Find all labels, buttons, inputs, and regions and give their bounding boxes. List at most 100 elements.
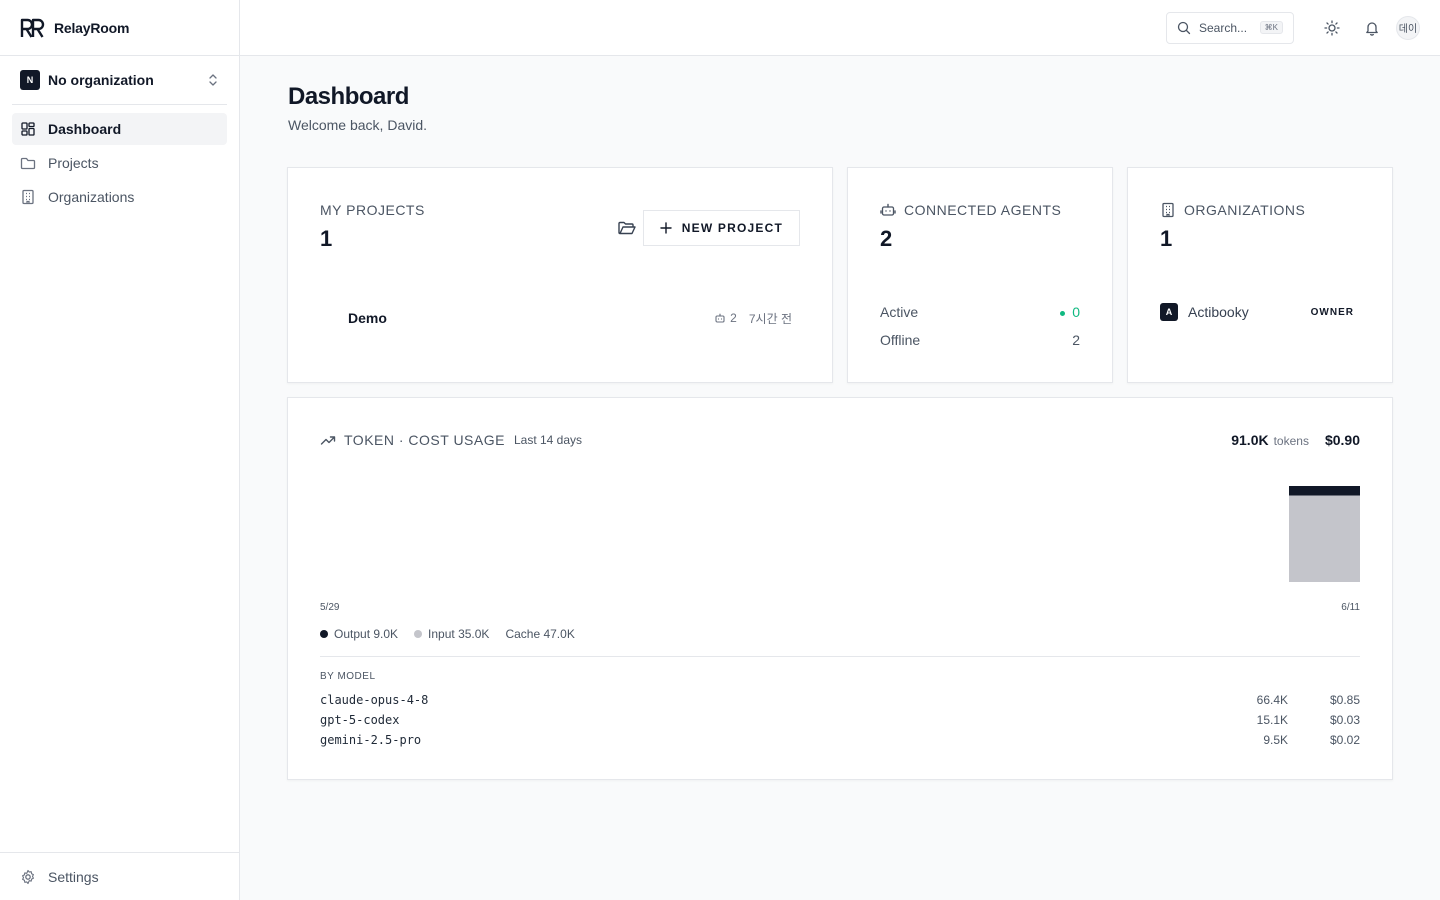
model-name: gpt-5-codex	[320, 713, 400, 727]
legend-cache: Cache 47.0K	[505, 627, 574, 641]
bar-input-cache-6-11	[1289, 495, 1360, 582]
topbar: Search... ⌘K 데이	[240, 0, 1440, 56]
cost-total: $0.90	[1324, 432, 1360, 448]
brand-name: RelayRoom	[54, 19, 130, 36]
connected-agents-label: CONNECTED AGENTS	[880, 202, 1061, 218]
model-row: gemini-2.5-pro 9.5K $0.02	[320, 730, 1360, 750]
legend-swatch	[320, 630, 328, 638]
org-switcher[interactable]: N No organization	[12, 56, 227, 105]
gear-icon	[22, 869, 34, 884]
building-icon	[22, 189, 34, 205]
brand[interactable]: RelayRoom	[0, 0, 239, 56]
page-subtitle: Welcome back, David.	[288, 117, 428, 133]
new-project-label: NEW PROJECT	[681, 221, 783, 235]
dashboard-grid-icon	[21, 122, 35, 136]
organization-item[interactable]: A Actibooky OWNER	[1160, 302, 1354, 322]
my-projects-card: MY PROJECTS 1 NEW PROJECT Demo 2 7시간 전	[287, 167, 833, 383]
search-shortcut: ⌘K	[1259, 21, 1283, 34]
model-tokens: 9.5K	[1263, 733, 1288, 747]
token-cost-usage-card: TOKEN · COST USAGE Last 14 days 91.0K to…	[287, 397, 1393, 780]
folder-icon	[20, 157, 36, 170]
model-row: claude-opus-4-8 66.4K $0.85	[320, 690, 1360, 710]
sidebar-item-label: Dashboard	[48, 121, 122, 137]
x-axis-start-label: 5/29	[320, 602, 340, 613]
by-model-label: BY MODEL	[320, 671, 376, 682]
building-icon	[1162, 202, 1174, 218]
sidebar-item-settings[interactable]: Settings	[0, 852, 239, 900]
settings-label: Settings	[48, 868, 99, 885]
active-status-dot	[1060, 310, 1066, 316]
trending-up-icon	[320, 436, 336, 445]
bar-output-6-11	[1289, 486, 1360, 496]
organizations-label-text: ORGANIZATIONS	[1184, 202, 1306, 218]
legend-swatch	[414, 630, 423, 638]
search-input[interactable]: Search... ⌘K	[1166, 11, 1294, 44]
model-name: claude-opus-4-8	[320, 693, 429, 707]
connected-agents-card: CONNECTED AGENTS 2 Active 0 Offline 2	[847, 167, 1113, 383]
org-badge: A	[1160, 303, 1178, 321]
search-placeholder: Search...	[1199, 20, 1248, 35]
org-badge: N	[20, 70, 40, 90]
model-cost: $0.02	[1329, 733, 1360, 747]
project-row[interactable]: Demo 2 7시간 전	[320, 302, 800, 334]
robot-icon	[880, 203, 896, 216]
plus-icon	[660, 222, 672, 234]
project-updated: 7시간 전	[748, 311, 792, 326]
notifications-button[interactable]	[1356, 12, 1388, 44]
org-switcher-label: No organization	[48, 72, 154, 88]
legend-label: Output 9.0K	[334, 627, 399, 641]
divider	[320, 656, 1360, 657]
main-content: Dashboard Welcome back, David.	[288, 56, 1392, 133]
active-value-wrap: 0	[1060, 304, 1080, 320]
chevron-up-down-icon	[209, 74, 217, 86]
model-cost: $0.03	[1329, 713, 1360, 727]
offline-label: Offline	[880, 332, 921, 348]
legend-input: Input 35.0K	[414, 627, 489, 641]
relayroom-logo-icon	[20, 18, 45, 38]
active-agents-row: Active 0	[880, 302, 1080, 322]
active-label: Active	[880, 304, 919, 320]
open-folder-icon[interactable]	[617, 218, 637, 238]
role-badge: OWNER	[1310, 306, 1354, 318]
organizations-card: ORGANIZATIONS 1 A Actibooky OWNER	[1127, 167, 1393, 383]
sidebar: RelayRoom N No organization Dashboard Pr…	[0, 0, 240, 900]
usage-header: TOKEN · COST USAGE Last 14 days 91.0K to…	[320, 432, 1360, 448]
tokens-unit: tokens	[1273, 434, 1309, 448]
sidebar-item-label: Projects	[48, 155, 99, 171]
legend-label: Cache 47.0K	[505, 627, 575, 641]
model-tokens: 15.1K	[1256, 713, 1288, 727]
usage-title: TOKEN · COST USAGE	[344, 432, 505, 448]
usage-totals: 91.0K tokens $0.90	[1231, 432, 1360, 448]
theme-toggle-button[interactable]	[1316, 12, 1348, 44]
project-name: Demo	[348, 310, 387, 326]
offline-agents-row: Offline 2	[880, 330, 1080, 350]
sidebar-item-organizations[interactable]: Organizations	[12, 181, 227, 213]
organizations-count: 1	[1160, 226, 1173, 251]
sidebar-item-projects[interactable]: Projects	[12, 147, 227, 179]
search-icon	[1177, 21, 1191, 34]
x-axis-end-label: 6/11	[1341, 602, 1360, 613]
new-project-button[interactable]: NEW PROJECT	[642, 210, 800, 246]
active-value: 0	[1072, 304, 1080, 320]
sun-icon	[1324, 19, 1340, 36]
sidebar-item-dashboard[interactable]: Dashboard	[12, 113, 227, 145]
sidebar-item-label: Organizations	[48, 189, 135, 205]
project-meta: 2 7시간 전	[714, 310, 792, 327]
organization-name: Actibooky	[1188, 304, 1249, 320]
organizations-label: ORGANIZATIONS	[1160, 202, 1305, 218]
connected-agents-label-text: CONNECTED AGENTS	[904, 202, 1062, 218]
my-projects-label: MY PROJECTS	[320, 202, 425, 218]
model-row: gpt-5-codex 15.1K $0.03	[320, 710, 1360, 730]
page-title: Dashboard	[288, 83, 409, 110]
connected-agents-count: 2	[880, 226, 893, 251]
tokens-total: 91.0K	[1231, 432, 1269, 448]
usage-range: Last 14 days	[513, 433, 583, 447]
chart-legend: Output 9.0K Input 35.0K Cache 47.0K	[320, 627, 591, 641]
avatar[interactable]: 데이	[1396, 15, 1420, 40]
model-cost: $0.85	[1329, 693, 1360, 707]
offline-value: 2	[1072, 332, 1080, 348]
legend-label: Input 35.0K	[428, 627, 490, 641]
robot-icon	[715, 313, 725, 323]
model-name: gemini-2.5-pro	[320, 733, 422, 747]
legend-output: Output 9.0K	[320, 627, 398, 641]
